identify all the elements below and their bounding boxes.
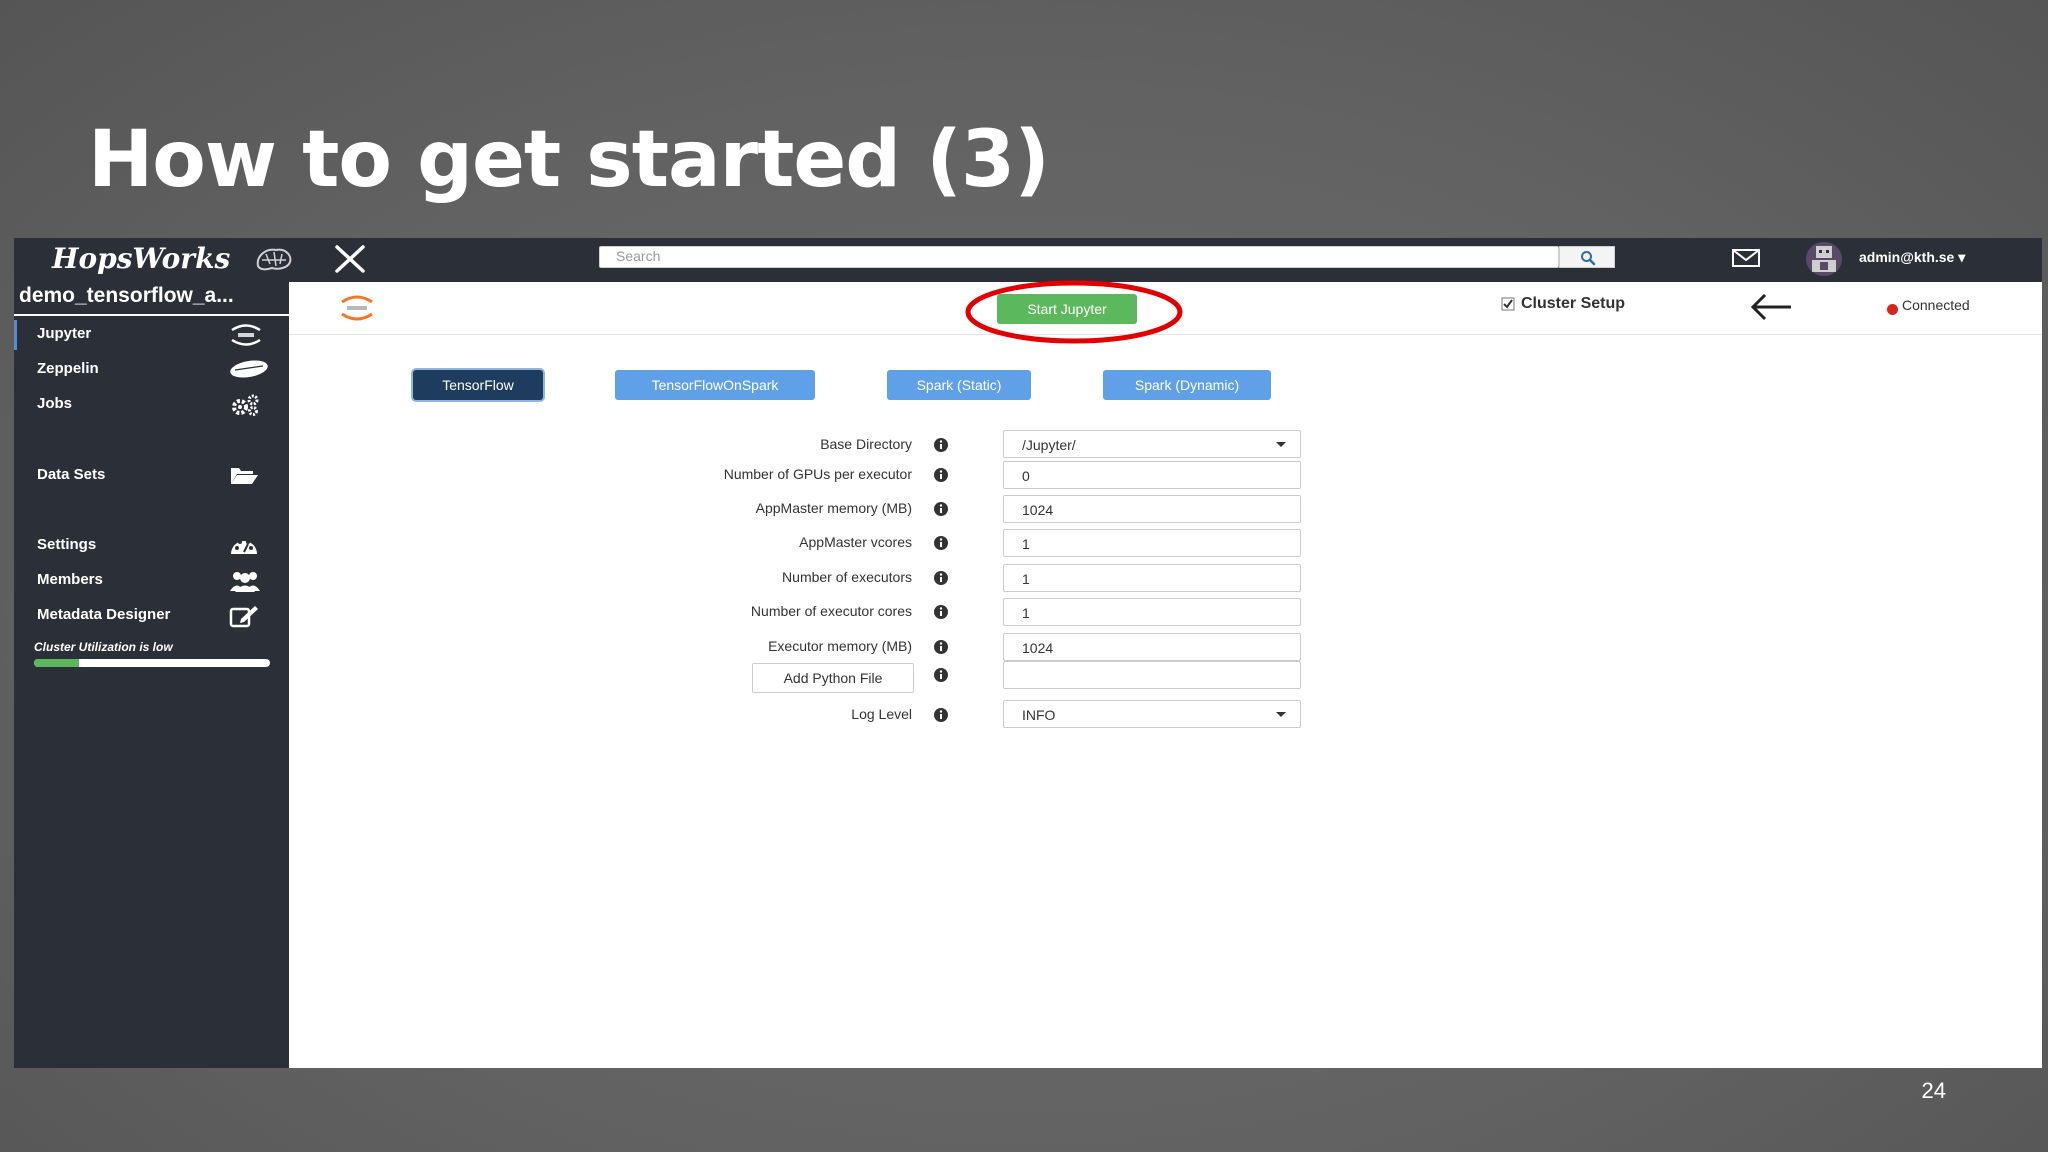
info-icon[interactable]: [933, 535, 949, 555]
edit-icon: [229, 604, 259, 632]
user-menu[interactable]: admin@kth.se ▾: [1859, 249, 1965, 266]
log-level-value: INFO: [1022, 707, 1056, 723]
brain-logo-icon: [254, 246, 294, 276]
sidebar-item-jupyter[interactable]: Jupyter: [14, 320, 292, 350]
dashboard-icon: [229, 534, 259, 562]
appmaster-vcores-input[interactable]: 1: [1003, 529, 1301, 557]
connection-status: Connected: [1902, 297, 1970, 313]
sidebar-item-label: Members: [37, 571, 103, 588]
sidebar-item-jobs[interactable]: Jobs: [14, 390, 292, 420]
cluster-setup-label: Cluster Setup: [1521, 295, 1626, 312]
info-icon[interactable]: [933, 501, 949, 521]
zeppelin-icon: [229, 358, 269, 384]
sidebar-item-zeppelin[interactable]: Zeppelin: [14, 355, 292, 385]
hopsworks-screenshot: HopsWorks Search admin@kth.se ▾ demo_ten…: [14, 238, 2042, 1068]
jupyter-logo-icon: [339, 294, 375, 326]
jupyter-icon: [229, 323, 263, 351]
sidebar-item-label: Jupyter: [37, 325, 92, 342]
executor-cores-input[interactable]: 1: [1003, 598, 1301, 626]
gpus-per-executor-input[interactable]: 0: [1003, 461, 1301, 489]
sidebar-item-metadata-designer[interactable]: Metadata Designer: [14, 601, 292, 631]
sidebar-item-label: Metadata Designer: [37, 606, 171, 623]
sidebar-item-label: Zeppelin: [37, 360, 99, 377]
appmaster-memory-label: AppMaster memory (MB): [755, 500, 912, 516]
appmaster-vcores-label: AppMaster vcores: [799, 534, 912, 550]
cluster-utilization-bar: [34, 659, 270, 667]
sidebar-item-label: Data Sets: [37, 466, 106, 483]
number-of-executors-label: Number of executors: [782, 569, 912, 585]
log-level-label: Log Level: [851, 706, 912, 722]
tab-spark-dynamic[interactable]: Spark (Dynamic): [1103, 370, 1271, 400]
info-icon[interactable]: [933, 707, 949, 727]
chevron-down-icon: [1276, 712, 1286, 717]
avatar[interactable]: [1806, 242, 1842, 276]
info-icon[interactable]: [933, 667, 949, 687]
project-divider: [14, 314, 289, 316]
add-python-file-button[interactable]: Add Python File: [752, 663, 914, 693]
base-directory-value: /Jupyter/: [1022, 437, 1076, 453]
info-icon[interactable]: [933, 437, 949, 457]
start-jupyter-button[interactable]: Start Jupyter: [997, 294, 1137, 324]
log-level-select[interactable]: INFO: [1003, 700, 1301, 728]
info-icon[interactable]: [933, 570, 949, 590]
top-navbar: HopsWorks Search admin@kth.se ▾: [14, 238, 2042, 282]
connection-status-dot: [1887, 304, 1898, 315]
project-name[interactable]: demo_tensorflow_a...: [19, 284, 287, 308]
cluster-utilization-label: Cluster Utilization is low: [34, 640, 173, 654]
sidebar-item-members[interactable]: Members: [14, 566, 292, 596]
gpus-per-executor-label: Number of GPUs per executor: [723, 466, 912, 482]
mail-icon[interactable]: [1732, 249, 1760, 271]
sidebar-item-label: Settings: [37, 536, 97, 553]
number-of-executors-input[interactable]: 1: [1003, 564, 1301, 592]
users-icon: [229, 569, 261, 597]
executor-memory-label: Executor memory (MB): [768, 638, 912, 654]
info-icon[interactable]: [933, 604, 949, 624]
tab-tensorflow[interactable]: TensorFlow: [413, 370, 543, 400]
tab-tensorflowonspark[interactable]: TensorFlowOnSpark: [615, 370, 815, 400]
search-input[interactable]: Search: [599, 246, 1559, 268]
base-directory-select[interactable]: /Jupyter/: [1003, 430, 1301, 458]
cluster-utilization-fill: [34, 659, 79, 667]
slide-title: How to get started (3): [88, 115, 1050, 205]
executor-cores-label: Number of executor cores: [750, 603, 912, 619]
slide-page-number: 24: [1921, 1078, 1946, 1103]
folder-open-icon: [229, 464, 259, 490]
tab-spark-static[interactable]: Spark (Static): [887, 370, 1031, 400]
executor-memory-input[interactable]: 1024: [1003, 633, 1301, 661]
sidebar-item-datasets[interactable]: Data Sets: [14, 461, 292, 491]
gears-icon: [229, 393, 261, 421]
search-icon: [1581, 251, 1596, 266]
cluster-setup-checkbox[interactable]: [1501, 296, 1515, 315]
appmaster-memory-input[interactable]: 1024: [1003, 495, 1301, 523]
collapse-sidebar-icon[interactable]: [334, 245, 366, 277]
chevron-down-icon: [1276, 442, 1286, 447]
hopsworks-logo[interactable]: HopsWorks: [52, 242, 230, 275]
jupyter-panel: Start Jupyter Cluster Setup Connected Te…: [289, 280, 2042, 1068]
panel-header: Start Jupyter Cluster Setup Connected: [289, 280, 2042, 344]
python-file-input[interactable]: [1003, 661, 1301, 689]
sidebar-item-label: Jobs: [37, 395, 73, 412]
search-button[interactable]: [1559, 246, 1615, 268]
sidebar: demo_tensorflow_a... Jupyter Zeppelin Jo…: [14, 282, 289, 1068]
info-icon[interactable]: [933, 467, 949, 487]
sidebar-item-settings[interactable]: Settings: [14, 531, 292, 561]
info-icon[interactable]: [933, 639, 949, 659]
base-directory-label: Base Directory: [820, 436, 912, 452]
back-arrow-icon[interactable]: [1749, 292, 1793, 326]
